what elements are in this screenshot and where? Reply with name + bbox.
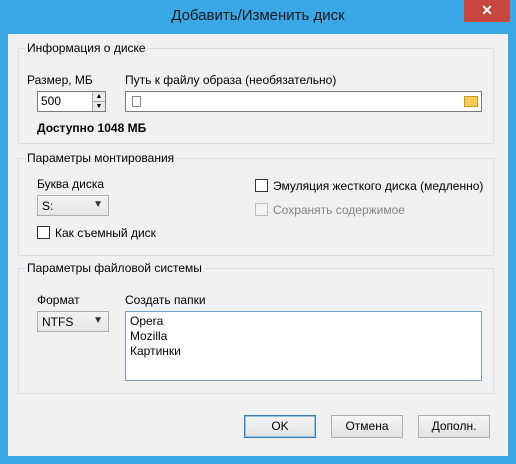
folder-line: Opera	[130, 314, 164, 328]
hdd-emulation-label[interactable]: Эмуляция жесткого диска (медленно)	[273, 179, 483, 193]
size-stepper-buttons: ▲ ▼	[92, 92, 105, 111]
available-space: Доступно 1048 МБ	[37, 121, 147, 135]
hdd-emulation-checkbox[interactable]	[255, 179, 268, 192]
folder-line: Картинки	[130, 344, 181, 358]
filesystem-params-legend: Параметры файловой системы	[25, 261, 204, 275]
chevron-down-icon: ▼	[93, 199, 103, 210]
dialog-body: Информация о диске Размер, МБ 500 ▲ ▼ Пу…	[8, 34, 508, 456]
folders-textarea[interactable]: Opera Mozilla Картинки	[125, 311, 482, 381]
title-bar[interactable]: Добавить/Изменить диск ✕	[0, 0, 516, 34]
more-button[interactable]: Дополн.	[418, 415, 490, 438]
spin-up-button[interactable]: ▲	[93, 92, 105, 102]
format-select[interactable]: NTFS ▼	[37, 311, 109, 332]
save-contents-checkbox[interactable]	[255, 203, 268, 216]
removable-checkbox[interactable]	[37, 226, 50, 239]
window-title: Добавить/Изменить диск	[171, 7, 345, 24]
ok-button[interactable]: OK	[244, 415, 316, 438]
spin-down-button[interactable]: ▼	[93, 101, 105, 111]
chevron-down-icon: ▼	[93, 315, 103, 326]
format-value: NTFS	[42, 315, 74, 329]
save-contents-label: Сохранять содержимое	[273, 203, 405, 217]
drive-letter-value: S:	[42, 199, 54, 213]
disk-info-group: Информация о диске Размер, МБ 500 ▲ ▼ Пу…	[18, 41, 494, 144]
removable-label[interactable]: Как съемный диск	[55, 226, 156, 240]
size-label: Размер, МБ	[27, 73, 93, 87]
close-icon: ✕	[481, 2, 493, 18]
image-path-input[interactable]	[125, 91, 482, 112]
mount-params-group: Параметры монтирования Буква диска S: ▼ …	[18, 151, 494, 256]
dialog-window: Добавить/Изменить диск ✕ Информация о ди…	[0, 0, 516, 464]
path-label: Путь к файлу образа (необязательно)	[125, 73, 337, 87]
folders-label: Создать папки	[125, 293, 206, 307]
drive-letter-label: Буква диска	[37, 177, 105, 191]
drive-letter-select[interactable]: S: ▼	[37, 195, 109, 216]
cancel-button[interactable]: Отмена	[331, 415, 403, 438]
format-label: Формат	[37, 293, 80, 307]
file-icon	[132, 96, 141, 107]
size-value: 500	[41, 94, 62, 108]
mount-params-legend: Параметры монтирования	[25, 151, 177, 165]
folder-line: Mozilla	[130, 329, 168, 343]
close-button[interactable]: ✕	[464, 0, 510, 22]
size-stepper[interactable]: 500 ▲ ▼	[37, 91, 106, 112]
browse-folder-icon[interactable]	[464, 96, 478, 107]
filesystem-params-group: Параметры файловой системы Формат NTFS ▼…	[18, 261, 494, 394]
disk-info-legend: Информация о диске	[25, 41, 148, 55]
